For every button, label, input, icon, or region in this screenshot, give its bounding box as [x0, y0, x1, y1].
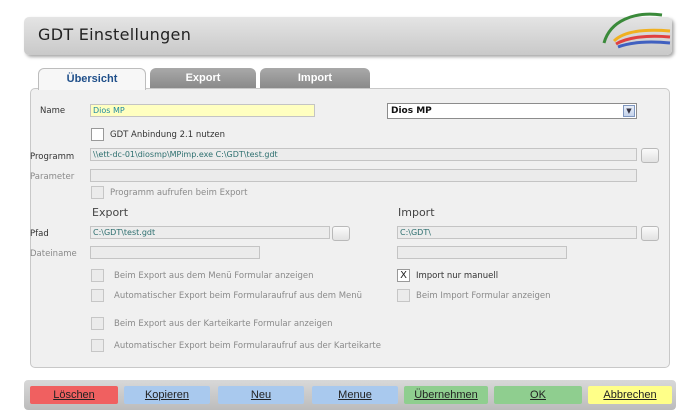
gdt21-checkbox[interactable] — [91, 128, 104, 141]
import-pfad-input[interactable]: C:\GDT\ — [397, 226, 637, 239]
opt-kartei-formular-label: Beim Export aus der Karteikarte Formular… — [114, 319, 333, 329]
kopieren-button[interactable]: Kopieren — [124, 386, 210, 404]
programm-browse-button[interactable] — [641, 148, 659, 163]
gdt21-label: GDT Anbindung 2.1 nutzen — [110, 130, 226, 140]
brand-logo-icon — [602, 12, 671, 49]
abbrechen-button[interactable]: Abbrechen — [588, 386, 672, 404]
opt-auto-menu-checkbox[interactable] — [91, 289, 104, 302]
gdt-settings-window: GDT Einstellungen Übersicht Export Impor… — [0, 0, 681, 414]
export-dateiname-input[interactable] — [90, 246, 260, 259]
pfad-label: Pfad — [30, 229, 49, 239]
programm-label: Programm — [30, 152, 75, 162]
import-dateiname-input[interactable] — [397, 246, 567, 259]
opt-auto-kartei-checkbox[interactable] — [91, 339, 104, 352]
chevron-down-icon[interactable]: ▼ — [623, 105, 635, 117]
export-heading: Export — [92, 206, 129, 219]
export-pfad-input[interactable]: C:\GDT\test.gdt — [90, 226, 330, 239]
name-label: Name — [40, 106, 66, 116]
name-input[interactable]: Dios MP — [90, 104, 315, 117]
opt-kartei-formular-checkbox[interactable] — [91, 317, 104, 330]
import-formular-checkbox[interactable] — [397, 289, 410, 302]
opt-auto-menu-label: Automatischer Export beim Formularaufruf… — [114, 291, 363, 301]
export-pfad-browse-button[interactable] — [332, 226, 350, 241]
opt-auto-kartei-label: Automatischer Export beim Formularaufruf… — [114, 341, 381, 351]
tab-uebersicht[interactable]: Übersicht — [38, 68, 146, 90]
neu-button[interactable]: Neu — [218, 386, 304, 404]
aufrufen-checkbox[interactable] — [91, 186, 104, 199]
loeschen-button[interactable]: Löschen — [30, 386, 118, 404]
parameter-label: Parameter — [30, 172, 75, 182]
name-select[interactable]: Dios MP ▼ — [387, 103, 637, 119]
dateiname-label: Dateiname — [30, 249, 77, 259]
name-select-value: Dios MP — [391, 106, 432, 116]
import-heading: Import — [398, 206, 435, 219]
import-formular-label: Beim Import Formular anzeigen — [416, 291, 551, 301]
page-title: GDT Einstellungen — [38, 25, 192, 44]
ok-button[interactable]: OK — [494, 386, 582, 404]
tab-export[interactable]: Export — [150, 68, 256, 88]
parameter-input[interactable] — [90, 169, 637, 182]
uebernehmen-button[interactable]: Übernehmen — [404, 386, 488, 404]
import-pfad-browse-button[interactable] — [641, 226, 659, 241]
opt-menu-formular-label: Beim Export aus dem Menü Formular anzeig… — [114, 271, 314, 281]
tab-import[interactable]: Import — [260, 68, 370, 88]
header-bar: GDT Einstellungen — [24, 17, 672, 55]
aufrufen-label: Programm aufrufen beim Export — [110, 188, 248, 198]
import-manuell-checkbox[interactable]: X — [397, 269, 410, 282]
import-manuell-label: Import nur manuell — [416, 271, 499, 281]
menue-button[interactable]: Menue — [312, 386, 398, 404]
opt-menu-formular-checkbox[interactable] — [91, 269, 104, 282]
programm-input[interactable]: \\ett-dc-01\diosmp\MPimp.exe C:\GDT\test… — [90, 148, 637, 161]
